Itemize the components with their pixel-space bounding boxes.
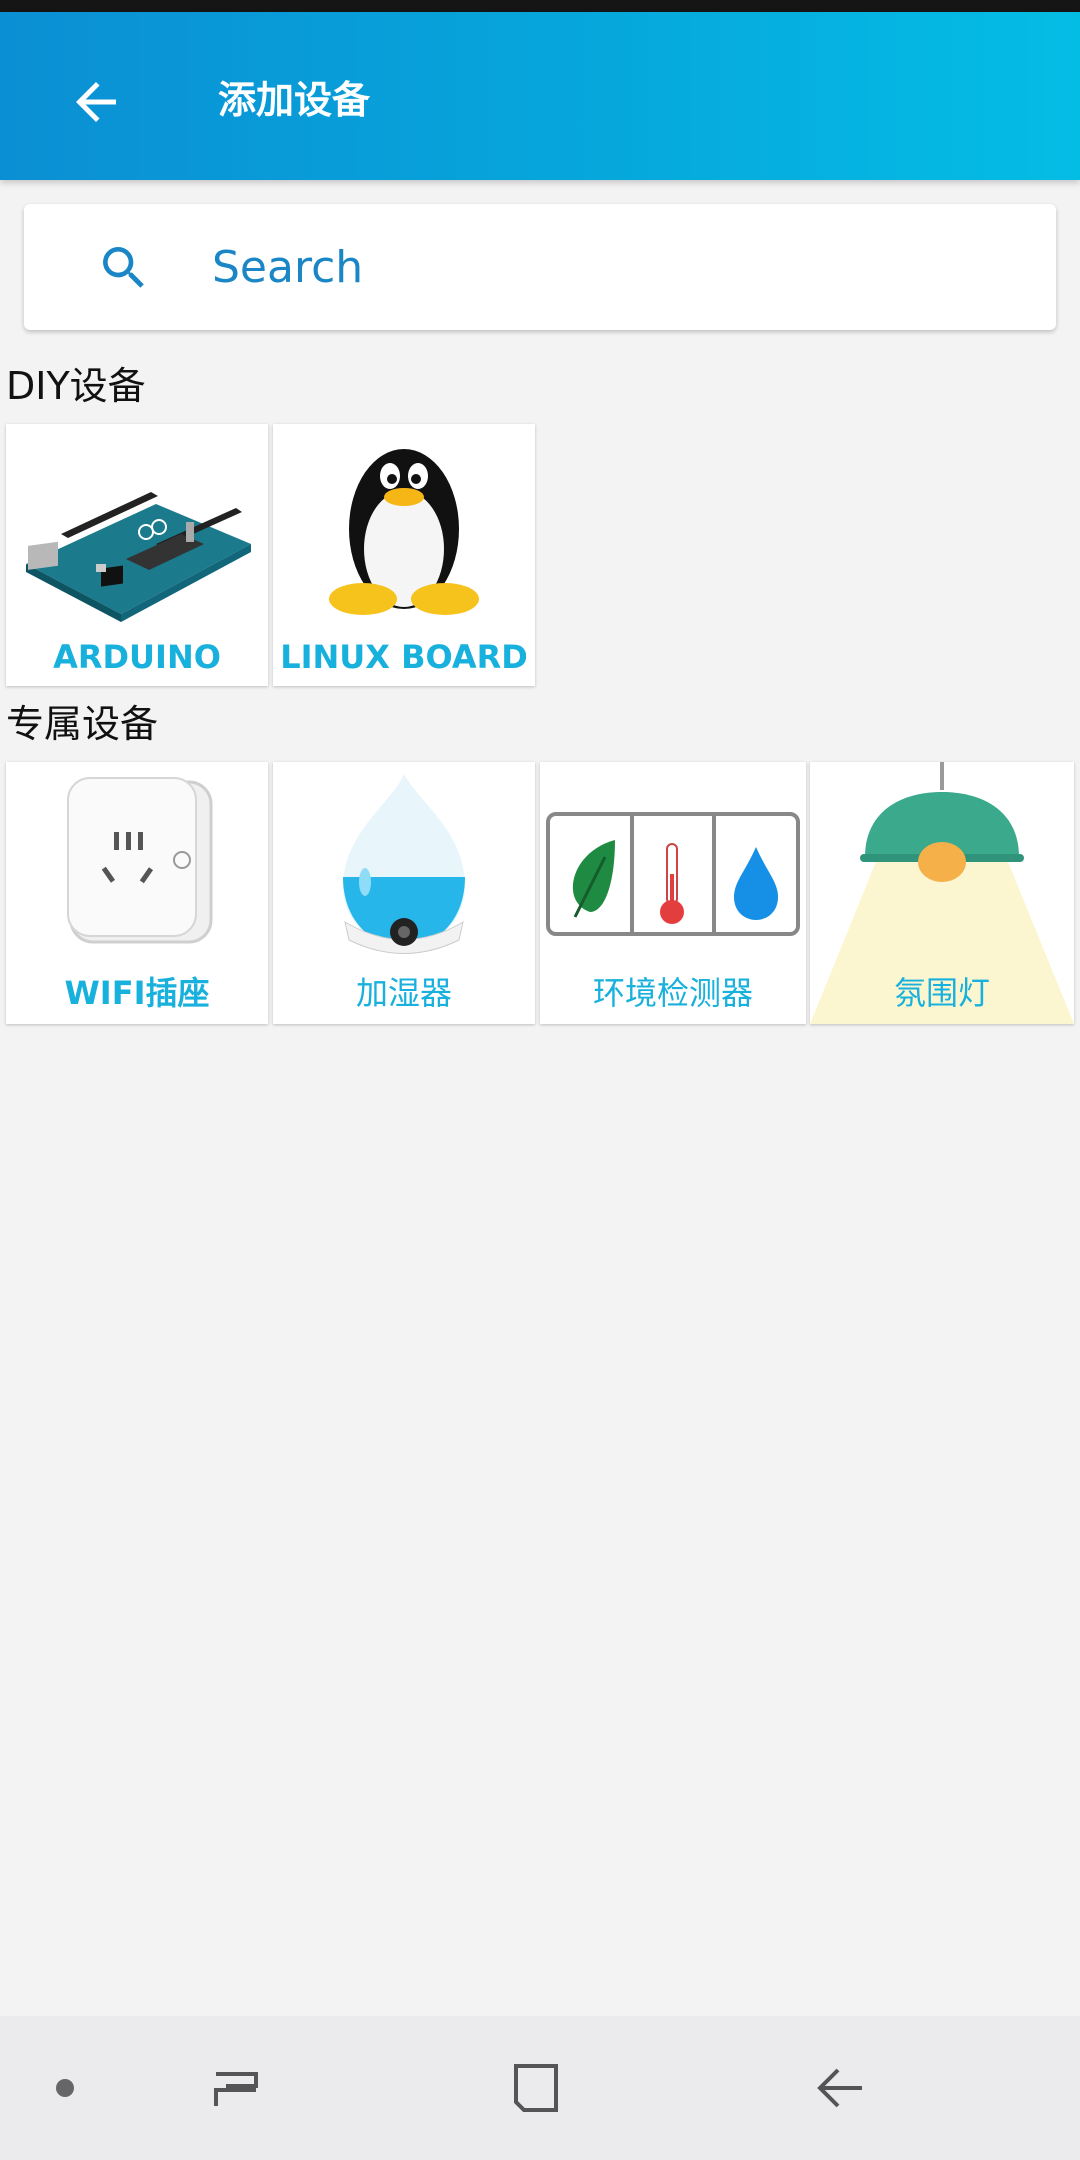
app-bar: 添加设备 <box>0 12 1080 180</box>
device-tile-wifi-socket[interactable]: WIFI插座 <box>6 762 268 1024</box>
device-tile-humidifier[interactable]: 加湿器 <box>273 762 535 1024</box>
tile-label: 加湿器 <box>355 974 452 1012</box>
nav-back-button[interactable] <box>800 2050 880 2126</box>
page-title: 添加设备 <box>218 78 371 122</box>
section-title-diy: DIY设备 <box>6 364 146 408</box>
recent-apps-icon <box>214 2072 258 2106</box>
home-button[interactable] <box>496 2050 576 2126</box>
device-tile-arduino[interactable]: ARDUINO <box>6 424 268 686</box>
dot-icon <box>56 2079 74 2097</box>
search-input[interactable] <box>212 228 1012 306</box>
tux-penguin-icon <box>329 449 479 615</box>
tile-label: ARDUINO <box>53 638 221 676</box>
arrow-left-icon <box>76 82 116 122</box>
tile-label: 环境检测器 <box>592 974 753 1012</box>
arduino-board-icon <box>26 492 251 622</box>
device-tile-ambient-light[interactable]: 氛围灯 <box>810 762 1074 1024</box>
search-bar[interactable] <box>24 204 1056 330</box>
recent-apps-button[interactable] <box>196 2050 276 2126</box>
humidifier-icon <box>343 774 465 954</box>
search-icon <box>103 247 144 288</box>
tile-label: WIFI插座 <box>64 974 210 1012</box>
back-button[interactable] <box>56 62 136 142</box>
home-icon <box>514 2064 558 2112</box>
nav-dot-button[interactable] <box>40 2050 90 2126</box>
status-bar <box>0 0 1080 12</box>
section-title-exclusive: 专属设备 <box>6 702 159 746</box>
smart-plug-icon <box>67 777 213 944</box>
tile-label: 氛围灯 <box>893 974 990 1012</box>
system-nav-bar <box>0 2016 1080 2160</box>
back-icon <box>817 2068 862 2108</box>
environment-sensor-icon <box>546 812 800 936</box>
device-tile-env-sensor[interactable]: 环境检测器 <box>540 762 806 1024</box>
tile-label: LINUX BOARD <box>280 638 528 676</box>
device-tile-linux-board[interactable]: LINUX BOARD <box>273 424 535 686</box>
